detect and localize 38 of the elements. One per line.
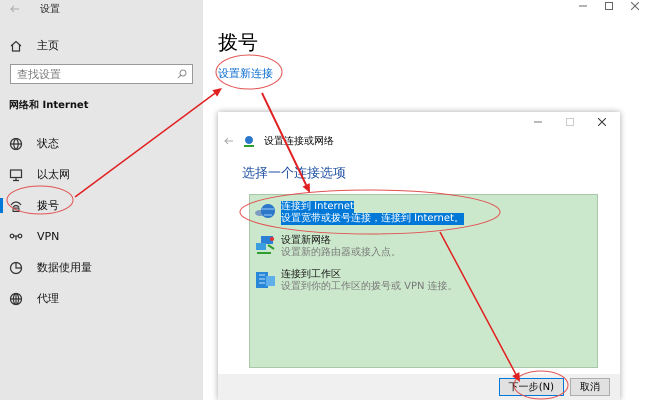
cancel-button[interactable]: 取消: [570, 378, 610, 396]
option-title: 设置新网络: [281, 235, 331, 246]
sidebar-item[interactable]: 代理: [37, 291, 59, 306]
sidebar-item[interactable]: 主页: [37, 38, 59, 53]
annotation-ellipse: [6, 186, 74, 214]
sidebar-item[interactable]: VPN: [37, 230, 60, 243]
globe-icon: [9, 136, 23, 150]
connection-option[interactable]: 连接到 Internet 设置宽带或拨号连接，连接到 Internet。: [254, 201, 597, 225]
option-description: 设置新的路由器或接入点。: [281, 247, 401, 259]
globe-icon: [254, 201, 276, 221]
new-connection-link[interactable]: 设置新连接: [218, 66, 273, 81]
globe-icon: [9, 292, 23, 306]
connection-option[interactable]: 连接到工作区 设置到你的工作区的拨号或 VPN 连接。: [254, 269, 597, 293]
option-title: 连接到工作区: [281, 269, 341, 280]
connection-option[interactable]: 设置新网络 设置新的路由器或接入点。: [254, 235, 597, 259]
close-icon[interactable]: [598, 118, 606, 126]
close-icon[interactable]: [631, 2, 639, 10]
building-icon: [254, 269, 276, 289]
option-description: 设置宽带或拨号连接，连接到 Internet。: [281, 213, 464, 225]
sidebar-item[interactable]: 以太网: [37, 167, 70, 182]
search-field[interactable]: 查找设置: [10, 64, 193, 84]
sidebar-item[interactable]: 拨号: [37, 198, 59, 213]
option-description: 设置到你的工作区的拨号或 VPN 连接。: [281, 281, 458, 293]
sidebar-item[interactable]: 状态: [37, 136, 59, 151]
monitor-icon: [9, 168, 23, 182]
page-title: 拨号: [218, 29, 258, 56]
section-heading: 网络和 Internet: [9, 98, 88, 113]
pie-chart-icon: [9, 260, 23, 274]
sidebar-item[interactable]: 数据使用量: [37, 260, 92, 275]
network-globe-icon: [242, 135, 256, 147]
annotation-ellipse: [216, 54, 282, 90]
maximize-icon[interactable]: [605, 2, 613, 10]
search-icon: [177, 69, 187, 79]
home-icon: [9, 38, 23, 52]
modem-icon: [9, 198, 23, 212]
option-title: 连接到 Internet: [281, 201, 354, 213]
network-icon: [254, 235, 276, 255]
window-title: 设置: [40, 2, 60, 16]
